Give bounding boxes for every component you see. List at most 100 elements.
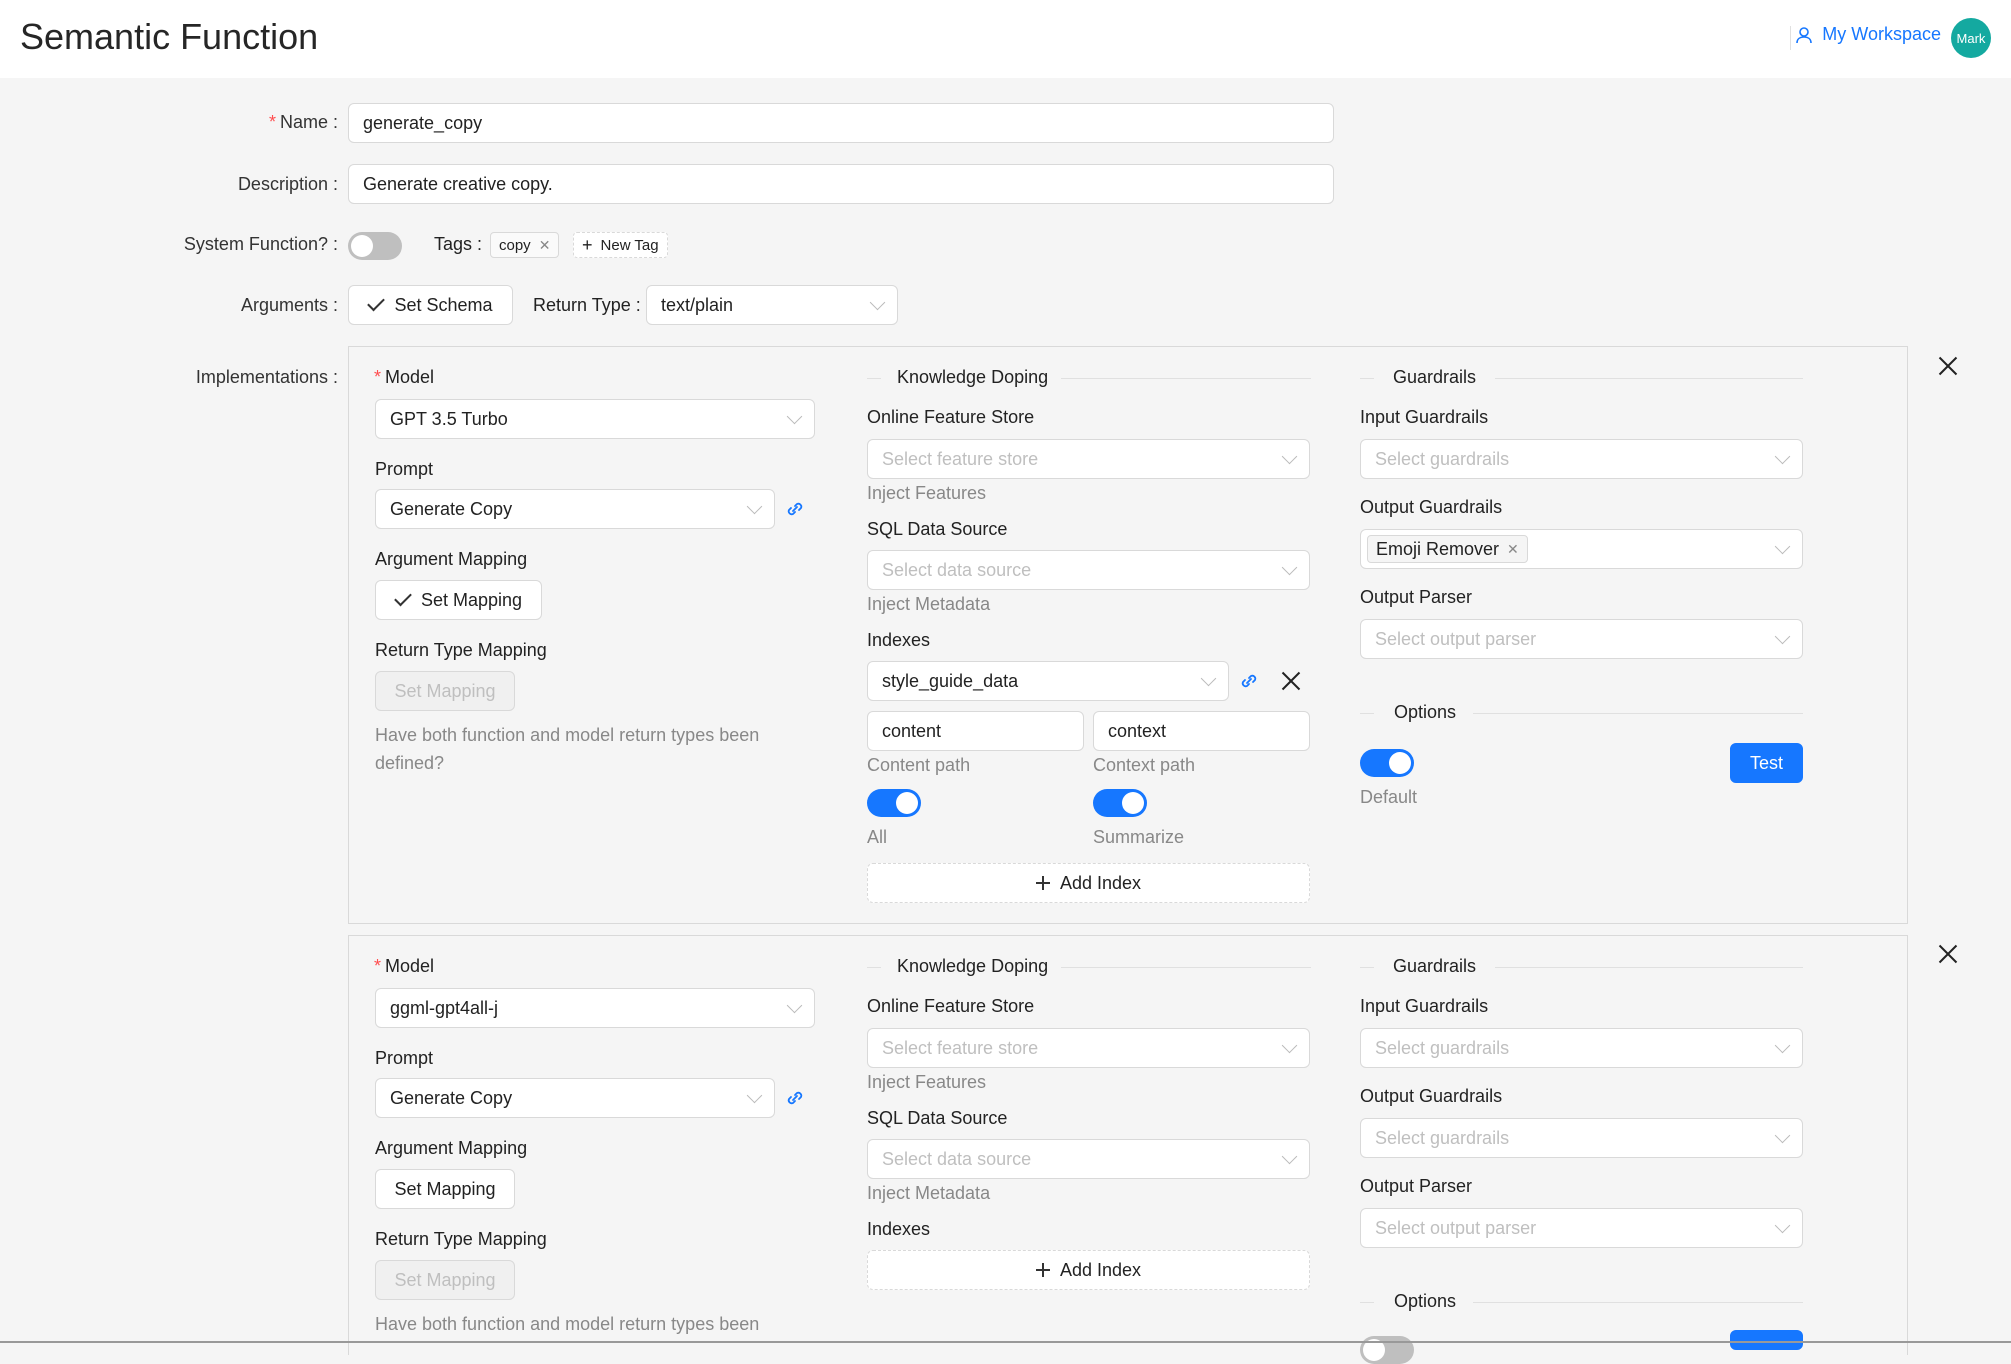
content-path-input[interactable]: content xyxy=(867,711,1084,751)
output-parser-label: Output Parser xyxy=(1360,1176,1473,1196)
link-icon[interactable] xyxy=(785,1088,805,1108)
prompt-select[interactable]: Generate Copy xyxy=(375,1078,775,1118)
default-toggle[interactable] xyxy=(1360,749,1414,777)
link-icon[interactable] xyxy=(1239,671,1259,691)
chevron-down-icon xyxy=(1281,559,1298,576)
add-index-label: Add Index xyxy=(1059,872,1142,893)
divider xyxy=(1495,967,1803,968)
divider xyxy=(1495,378,1803,379)
options-title: Options xyxy=(1394,702,1457,722)
return-type-label: Return Type : xyxy=(533,295,641,315)
remove-index-icon[interactable] xyxy=(1281,671,1301,691)
output-guardrails-select[interactable]: Select guardrails xyxy=(1360,1118,1803,1158)
plus-icon xyxy=(1035,1263,1050,1277)
add-index-button[interactable]: Add Index xyxy=(867,1250,1310,1290)
sql-data-source-select[interactable]: Select data source xyxy=(867,1139,1310,1179)
context-path-input[interactable]: context xyxy=(1093,711,1310,751)
inject-metadata-label: Inject Metadata xyxy=(867,594,991,614)
set-argument-mapping-button[interactable]: Set Mapping xyxy=(375,580,542,620)
sql-placeholder: Select data source xyxy=(882,1148,1032,1169)
set-schema-button[interactable]: Set Schema xyxy=(348,285,513,325)
sql-data-source-select[interactable]: Select data source xyxy=(867,550,1310,590)
prompt-select[interactable]: Generate Copy xyxy=(375,489,775,529)
divider xyxy=(1061,967,1311,968)
index-select[interactable]: style_guide_data xyxy=(867,661,1229,701)
add-index-button[interactable]: Add Index xyxy=(867,863,1310,903)
set-return-mapping-button[interactable]: Set Mapping xyxy=(375,671,515,711)
chevron-down-icon xyxy=(1774,1217,1791,1234)
options-title: Options xyxy=(1394,1291,1457,1311)
return-type-select[interactable]: text/plain xyxy=(646,285,898,325)
set-argument-mapping-button[interactable]: Set Mapping xyxy=(375,1169,515,1209)
plus-icon xyxy=(1035,876,1050,890)
sql-data-source-label: SQL Data Source xyxy=(867,519,1008,539)
all-toggle[interactable] xyxy=(867,789,921,817)
output-parser-select[interactable]: Select output parser xyxy=(1360,619,1803,659)
feature-store-placeholder: Select feature store xyxy=(882,1037,1039,1058)
input-guardrails-placeholder: Select guardrails xyxy=(1375,448,1510,469)
set-mapping-label: Set Mapping xyxy=(420,589,523,610)
remove-implementation-icon[interactable] xyxy=(1938,944,1958,964)
chevron-down-icon xyxy=(1774,1127,1791,1144)
output-guardrails-label: Output Guardrails xyxy=(1360,497,1503,517)
test-button[interactable] xyxy=(1730,1330,1803,1350)
context-path-label: Context path xyxy=(1093,755,1196,775)
inject-features-label: Inject Features xyxy=(867,483,987,503)
check-icon xyxy=(394,588,412,607)
my-workspace-link[interactable]: My Workspace xyxy=(1796,24,1941,45)
close-icon[interactable]: ✕ xyxy=(1507,541,1519,558)
summarize-toggle[interactable] xyxy=(1093,789,1147,817)
indexes-label: Indexes xyxy=(867,1219,931,1239)
test-button[interactable]: Test xyxy=(1730,743,1803,783)
sql-placeholder: Select data source xyxy=(882,559,1032,580)
chevron-down-icon xyxy=(786,997,803,1014)
chevron-down-icon xyxy=(1774,628,1791,645)
model-select[interactable]: ggml-gpt4all-j xyxy=(375,988,815,1028)
close-icon[interactable]: ✕ xyxy=(539,237,551,254)
output-guardrails-select[interactable]: Emoji Remover ✕ xyxy=(1360,529,1803,569)
implementations-label: Implementations : xyxy=(195,367,338,387)
help-text: Have both function and model return type… xyxy=(375,725,760,773)
implementation-card: * Model ggml-gpt4all-j Prompt Generate Co… xyxy=(348,935,1908,1364)
top-bar: Semantic Function My Workspace Mark xyxy=(0,0,2011,78)
input-guardrails-select[interactable]: Select guardrails xyxy=(1360,439,1803,479)
output-guardrails-placeholder: Select guardrails xyxy=(1375,1127,1510,1148)
chevron-down-icon xyxy=(1281,448,1298,465)
prompt-value: Generate Copy xyxy=(390,1087,513,1108)
output-parser-label: Output Parser xyxy=(1360,587,1473,607)
new-tag-button[interactable]: + New Tag xyxy=(573,232,668,258)
feature-store-select[interactable]: Select feature store xyxy=(867,1028,1310,1068)
remove-implementation-icon[interactable] xyxy=(1938,356,1958,376)
system-function-toggle[interactable] xyxy=(348,232,402,260)
input-guardrails-select[interactable]: Select guardrails xyxy=(1360,1028,1803,1068)
divider xyxy=(867,967,881,968)
set-return-mapping-button[interactable]: Set Mapping xyxy=(375,1260,515,1300)
model-select[interactable]: GPT 3.5 Turbo xyxy=(375,399,815,439)
chevron-down-icon xyxy=(1200,670,1217,687)
summarize-label: Summarize xyxy=(1093,827,1185,847)
chevron-down-icon xyxy=(869,294,886,311)
online-feature-store-label: Online Feature Store xyxy=(867,407,1035,427)
input-guardrails-label: Input Guardrails xyxy=(1360,996,1489,1016)
chevron-down-icon xyxy=(1774,538,1791,555)
arguments-label: Arguments : xyxy=(240,295,338,315)
tag-copy-label: copy xyxy=(499,236,531,254)
name-input[interactable]: generate_copy xyxy=(348,103,1334,143)
output-parser-select[interactable]: Select output parser xyxy=(1360,1208,1803,1248)
name-label: * Name : xyxy=(268,112,338,132)
system-function-label: System Function? : xyxy=(183,234,338,254)
sql-data-source-label: SQL Data Source xyxy=(867,1108,1008,1128)
description-label: Description : xyxy=(237,174,338,194)
prompt-label: Prompt xyxy=(375,1048,434,1068)
link-icon[interactable] xyxy=(785,499,805,519)
inject-metadata-label: Inject Metadata xyxy=(867,1183,991,1203)
description-input[interactable]: Generate creative copy. xyxy=(348,164,1334,204)
feature-store-select[interactable]: Select feature store xyxy=(867,439,1310,479)
tags-label: Tags : xyxy=(434,234,483,254)
avatar[interactable]: Mark xyxy=(1951,18,1991,58)
argument-mapping-label: Argument Mapping xyxy=(375,549,528,569)
tag-copy: copy ✕ xyxy=(490,232,560,258)
input-guardrails-label: Input Guardrails xyxy=(1360,407,1489,427)
divider xyxy=(1360,1302,1374,1303)
output-parser-placeholder: Select output parser xyxy=(1375,628,1537,649)
